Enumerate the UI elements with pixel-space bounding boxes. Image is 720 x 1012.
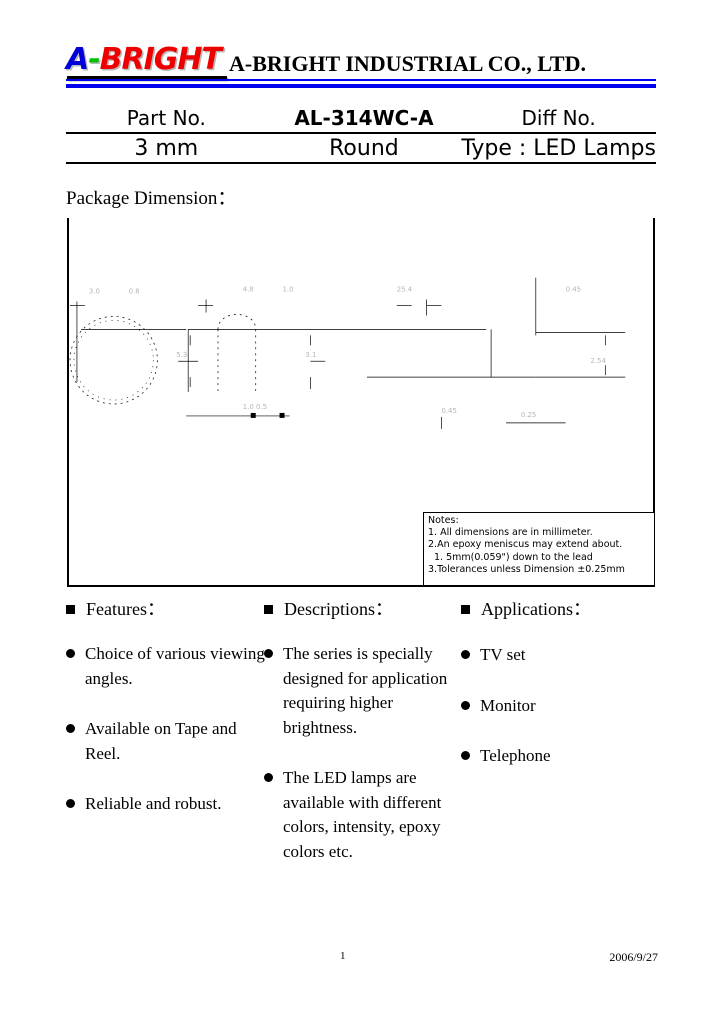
- svg-text:5.3: 5.3: [176, 351, 187, 359]
- descriptions-list: The series is specially designed for app…: [264, 642, 464, 864]
- part-header-row-1: Part No. AL-314WC-A Diff No.: [66, 104, 656, 134]
- square-bullet-icon: [461, 605, 470, 614]
- list-item: Choice of various viewing angles.: [66, 642, 266, 691]
- part-no-label: Part No.: [66, 104, 267, 134]
- round-bullet-icon: [264, 773, 273, 782]
- svg-text:25.4: 25.4: [397, 286, 413, 294]
- svg-text:1.0 0.5: 1.0 0.5: [243, 403, 267, 411]
- applications-column: Applications： TV set Monitor Telephone: [461, 598, 666, 795]
- logo-letter-a: A: [66, 42, 89, 77]
- svg-text:2.54: 2.54: [590, 357, 606, 365]
- list-item: Reliable and robust.: [66, 792, 266, 817]
- notes-line-4: 3.Tolerances unless Dimension ±0.25mm: [428, 563, 625, 575]
- list-item: TV set: [461, 643, 666, 668]
- feature-item-1: Choice of various viewing angles.: [85, 644, 265, 688]
- logo-wordmark: A-BRIGHT: [66, 42, 222, 77]
- notes-line-1: 1. All dimensions are in millimeter.: [428, 527, 593, 539]
- square-bullet-icon: [66, 605, 75, 614]
- round-bullet-icon: [66, 724, 75, 733]
- masthead: A-BRIGHT A-BRIGHT INDUSTRIAL CO., LTD.: [66, 36, 656, 80]
- features-heading: Features：: [66, 598, 266, 624]
- part-header-table: Part No. AL-314WC-A Diff No. 3 mm Round …: [66, 104, 656, 164]
- package-dimension-title: Package Dimension：: [66, 188, 237, 209]
- descriptions-heading: Descriptions：: [264, 598, 464, 624]
- logo-dash: -: [88, 42, 100, 77]
- svg-text:3.1: 3.1: [305, 351, 316, 359]
- svg-text:1.0: 1.0: [283, 286, 294, 294]
- feature-item-2: Available on Tape and Reel.: [85, 719, 237, 763]
- datasheet-page: A-BRIGHT A-BRIGHT INDUSTRIAL CO., LTD. P…: [0, 0, 720, 1012]
- svg-text:0.45: 0.45: [441, 407, 456, 415]
- round-bullet-icon: [66, 799, 75, 808]
- round-bullet-icon: [461, 700, 470, 710]
- package-shape: Round: [266, 133, 462, 164]
- svg-text:4.8: 4.8: [243, 286, 254, 294]
- svg-text:0.45: 0.45: [566, 286, 581, 294]
- description-item-2: The LED lamps are available with differe…: [283, 768, 442, 861]
- part-no-value: AL-314WC-A: [266, 104, 462, 134]
- notes-line-3: 1. 5mm(0.059") down to the lead: [434, 551, 593, 563]
- a-bright-logo: A-BRIGHT: [66, 42, 227, 80]
- feature-item-3: Reliable and robust.: [85, 794, 222, 813]
- descriptions-heading-label: Descriptions：: [284, 599, 393, 619]
- round-bullet-icon: [264, 649, 273, 658]
- list-item: Available on Tape and Reel.: [66, 717, 266, 766]
- svg-text:0.25: 0.25: [521, 411, 536, 419]
- svg-text:0.8: 0.8: [129, 288, 140, 296]
- round-bullet-icon: [461, 751, 470, 760]
- round-bullet-icon: [461, 650, 470, 659]
- features-heading-label: Features：: [86, 599, 165, 619]
- header-rule-thick: [66, 84, 656, 88]
- notes-line-2: 2.An epoxy meniscus may extend about.: [428, 539, 623, 551]
- list-item: The series is specially designed for app…: [264, 642, 464, 740]
- header-rule-thin: [66, 79, 656, 81]
- product-type: Type : LED Lamps: [461, 133, 656, 164]
- features-list: Choice of various viewing angles. Availa…: [66, 642, 266, 817]
- list-item: Monitor: [461, 694, 666, 719]
- descriptions-column: Descriptions： The series is specially de…: [264, 598, 464, 890]
- square-bullet-icon: [264, 605, 273, 614]
- application-item-1: TV set: [480, 645, 526, 664]
- description-item-1: The series is specially designed for app…: [283, 644, 448, 737]
- features-column: Features： Choice of various viewing angl…: [66, 598, 266, 843]
- drawing-notes-box: Notes: 1. All dimensions are in millimet…: [423, 512, 655, 586]
- application-item-2: Monitor: [480, 695, 536, 715]
- part-header-row-2: 3 mm Round Type : LED Lamps: [66, 133, 656, 164]
- round-bullet-icon: [66, 649, 75, 658]
- applications-list: TV set Monitor Telephone: [461, 643, 666, 769]
- logo-bright-text: BRIGHT: [99, 42, 222, 77]
- applications-heading-label: Applications：: [481, 599, 591, 619]
- notes-heading: Notes:: [428, 515, 459, 526]
- document-date: 2006/9/27: [609, 950, 658, 964]
- svg-text:3.0: 3.0: [89, 288, 100, 296]
- content-columns: Features： Choice of various viewing angl…: [66, 598, 666, 928]
- diff-no-label: Diff No.: [461, 104, 656, 134]
- page-number: 1: [340, 950, 346, 962]
- package-size: 3 mm: [66, 133, 267, 164]
- application-item-3: Telephone: [480, 746, 551, 765]
- list-item: Telephone: [461, 744, 666, 769]
- applications-heading: Applications：: [461, 598, 666, 624]
- company-name: A-BRIGHT INDUSTRIAL CO., LTD.: [229, 51, 586, 76]
- list-item: The LED lamps are available with differe…: [264, 766, 464, 864]
